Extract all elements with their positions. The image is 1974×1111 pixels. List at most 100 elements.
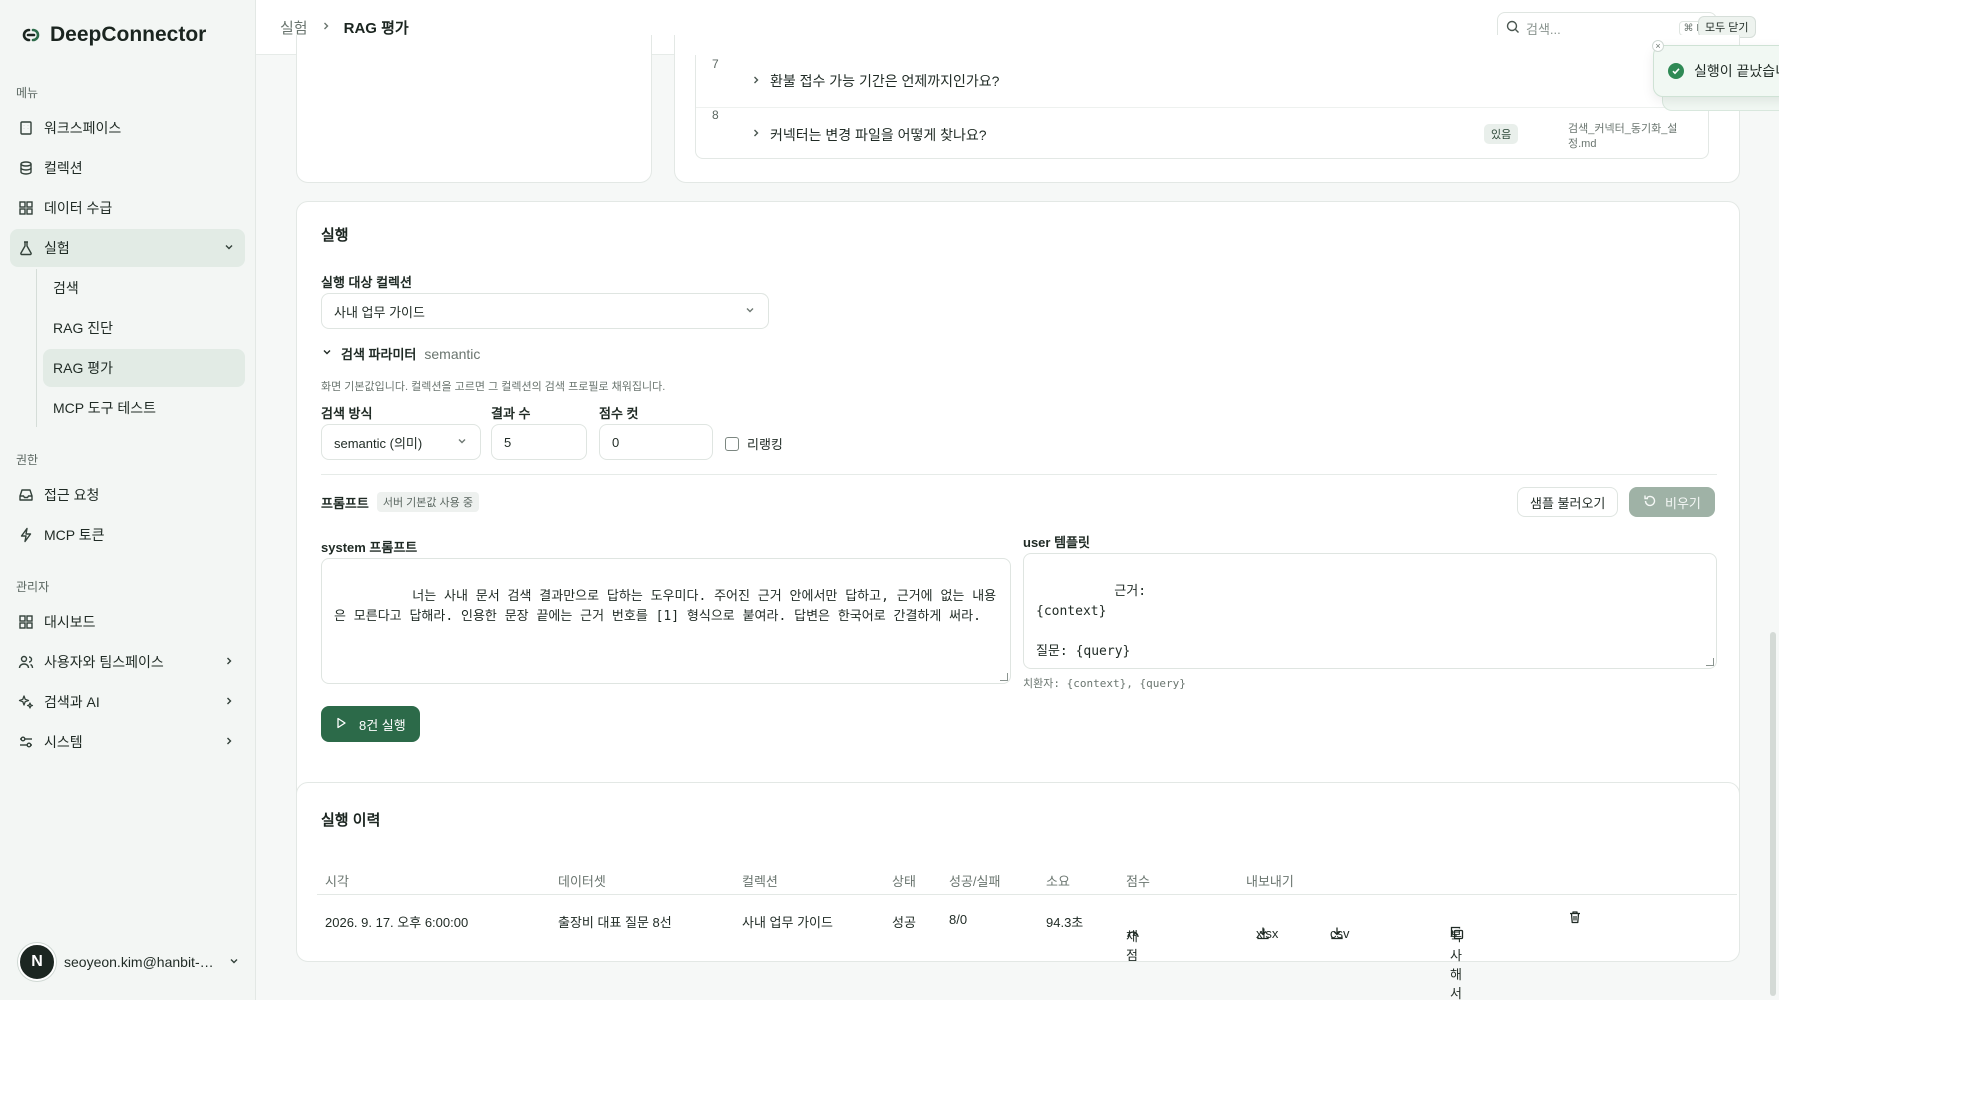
method-label: 검색 방식	[321, 406, 373, 421]
prompt-header: 프롬프트 서버 기본값 사용 중	[321, 492, 479, 512]
grid-icon	[18, 614, 34, 630]
sidebar-subitem-search[interactable]: 검색	[43, 269, 245, 307]
search-icon	[1506, 20, 1520, 37]
main-area: 실험 RAG 평가 검색... ⌘ K 모두 닫기 7 환불 접수 가능 기간은…	[256, 0, 1779, 1000]
score-cut-input[interactable]: 0	[599, 424, 713, 460]
sidebar-item-data-ingest[interactable]: 데이터 수급	[10, 189, 245, 227]
resize-handle-icon[interactable]	[1000, 673, 1008, 681]
reset-icon	[1643, 494, 1657, 511]
method-value: semantic (의미)	[334, 435, 423, 451]
column-header: 점수	[1126, 874, 1150, 889]
chevron-down-icon	[744, 304, 756, 319]
check-circle-icon	[1668, 63, 1684, 79]
admin-section-label: 관리자	[16, 580, 50, 594]
chevron-right-icon	[223, 735, 235, 750]
sidebar-item-system[interactable]: 시스템	[10, 723, 245, 761]
user-template-value: 근거: {context} 질문: {query}	[1036, 584, 1147, 659]
success-toast: 실행이 끝났습니다.	[1653, 45, 1779, 97]
questions-table: 7 환불 접수 가능 기간은 언제까지인가요? 8 커넥터는 변경 파일을 어떻…	[695, 55, 1709, 159]
system-prompt-textarea[interactable]: 너는 사내 문서 검색 결과만으로 답하는 도우미다. 주어진 근거 안에서만 …	[321, 558, 1011, 684]
placeholder-hint: 치환자: {context}, {query}	[1023, 677, 1186, 690]
trash-icon[interactable]	[1568, 910, 1582, 927]
sidebar-item-label: 실험	[44, 240, 70, 256]
sidebar-item-label: 접근 요청	[44, 487, 100, 503]
table-row[interactable]: 7 환불 접수 가능 기간은 언제까지인가요?	[696, 55, 1708, 108]
inbox-icon	[18, 487, 34, 503]
prompt-label: 프롬프트	[321, 495, 369, 511]
menu-section-label: 메뉴	[16, 86, 39, 100]
scrollbar[interactable]	[1770, 632, 1776, 996]
load-sample-button[interactable]: 샘플 불러오기	[1517, 487, 1619, 517]
avatar: N	[18, 943, 56, 981]
run-button[interactable]: 8건 실행	[321, 706, 420, 742]
sidebar-item-access-request[interactable]: 접근 요청	[10, 476, 245, 514]
chevron-right-icon[interactable]	[750, 127, 770, 142]
questions-card: 7 환불 접수 가능 기간은 언제까지인가요? 8 커넥터는 변경 파일을 어떻…	[674, 35, 1740, 183]
sidebar-item-mcp-token[interactable]: MCP 토큰	[10, 516, 245, 554]
history-success-fail: 8/0	[949, 912, 968, 927]
method-select[interactable]: semantic (의미)	[321, 424, 481, 460]
user-menu[interactable]: N seoyeon.kim@hanbit-de...	[18, 942, 240, 982]
xlsx-label: xlsx	[1256, 926, 1279, 941]
content: 7 환불 접수 가능 기간은 언제까지인가요? 8 커넥터는 변경 파일을 어떻…	[256, 35, 1779, 1000]
checkbox[interactable]	[725, 436, 739, 451]
column-header: 내보내기	[1246, 874, 1294, 889]
chevron-right-icon	[223, 655, 235, 670]
user-email: seoyeon.kim@hanbit-de...	[64, 954, 220, 970]
user-template-textarea[interactable]: 근거: {context} 질문: {query}	[1023, 553, 1717, 669]
system-prompt-value: 너는 사내 문서 검색 결과만으로 답하는 도우미다. 주어진 근거 안에서만 …	[334, 589, 997, 624]
collection-label: 실행 대상 컬렉션	[321, 275, 412, 290]
history-time: 2026. 9. 17. 오후 6:00:00	[325, 915, 469, 930]
run-card: 실행 실행 대상 컬렉션 사내 업무 가이드 검색 파라미터 semantic …	[296, 201, 1740, 821]
count-label: 결과 수	[491, 406, 531, 421]
chevron-down-icon	[321, 345, 333, 363]
history-collection: 사내 업무 가이드	[742, 915, 833, 930]
history-dataset: 출장비 대표 질문 8선	[558, 915, 672, 930]
sidebar-subitem-rag-eval[interactable]: RAG 평가	[43, 349, 245, 387]
copy-run-label: 복사해서 실행	[1450, 929, 1462, 1000]
rerank-checkbox[interactable]: 리랭킹	[725, 434, 783, 453]
sidebar-item-experiment[interactable]: 실험	[10, 229, 245, 267]
sliders-icon	[18, 734, 34, 750]
experiment-submenu: 검색 RAG 진단 RAG 평가 MCP 도구 테스트	[36, 269, 245, 427]
column-header: 시각	[325, 874, 349, 889]
divider	[321, 474, 1717, 475]
history-duration: 94.3초	[1046, 915, 1084, 930]
database-icon	[18, 160, 34, 176]
question-text: 환불 접수 가능 기간은 언제까지인가요?	[770, 73, 1000, 89]
sidebar-item-label: 컬렉션	[44, 160, 83, 176]
flask-icon	[18, 240, 34, 256]
brand-logo-icon	[22, 28, 40, 42]
sidebar-item-label: 워크스페이스	[44, 120, 122, 136]
chevron-right-icon	[223, 695, 235, 710]
score-label: 채점	[1126, 929, 1138, 963]
sidebar-item-label: 대시보드	[44, 614, 96, 630]
sidebar-subitem-mcp-tool-test[interactable]: MCP 도구 테스트	[43, 389, 245, 427]
history-header: 시각 데이터셋 컬렉션 상태 성공/실패 소요 점수 내보내기	[317, 861, 1737, 895]
clear-button[interactable]: 비우기	[1629, 487, 1715, 517]
sidebar-item-users-teamspaces[interactable]: 사용자와 팀스페이스	[10, 643, 245, 681]
column-header: 소요	[1046, 874, 1070, 889]
column-header: 데이터셋	[558, 874, 606, 889]
question-number: 7	[712, 57, 719, 71]
count-input[interactable]: 5	[491, 424, 587, 460]
grid-icon	[18, 200, 34, 216]
permission-section-label: 권한	[16, 453, 39, 467]
sidebar-item-workspace[interactable]: 워크스페이스	[10, 109, 245, 147]
resize-handle-icon[interactable]	[1706, 658, 1714, 666]
sidebar-item-collection[interactable]: 컬렉션	[10, 149, 245, 187]
sidebar-subitem-rag-diagnosis[interactable]: RAG 진단	[43, 309, 245, 347]
dataset-card	[296, 35, 652, 183]
system-prompt-label: system 프롬프트	[321, 540, 418, 555]
collection-select[interactable]: 사내 업무 가이드	[321, 293, 769, 329]
params-mode: semantic	[424, 345, 481, 362]
brand[interactable]: DeepConnector	[10, 0, 245, 70]
cut-label: 점수 컷	[599, 406, 639, 421]
sidebar-item-search-ai[interactable]: 검색과 AI	[10, 683, 245, 721]
table-row[interactable]: 8 커넥터는 변경 파일을 어떻게 찾나요? 있음 검색_커넥터_동기화_설정.…	[696, 108, 1708, 161]
toast-close-icon[interactable]: ×	[1652, 40, 1664, 52]
sidebar-item-dashboard[interactable]: 대시보드	[10, 603, 245, 641]
chevron-right-icon[interactable]	[750, 74, 770, 89]
question-source: 검색_커넥터_동기화_설정.md	[1568, 123, 1678, 150]
params-toggle[interactable]: 검색 파라미터 semantic	[321, 344, 480, 363]
